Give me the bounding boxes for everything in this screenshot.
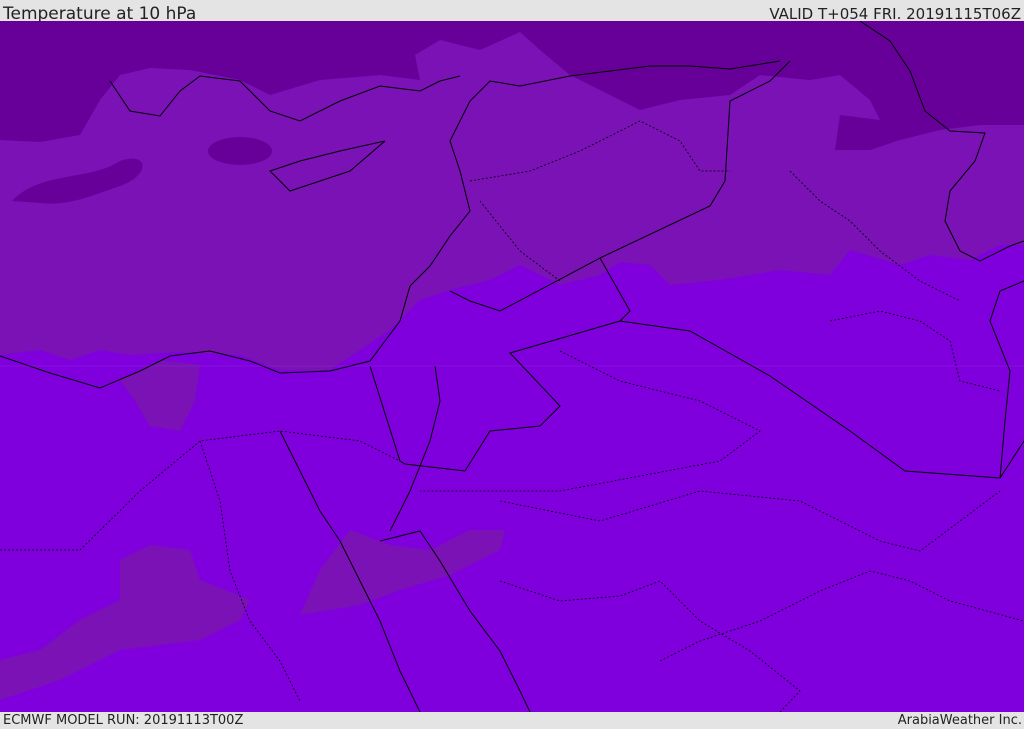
cold-patch <box>208 137 272 165</box>
header-bar: Temperature at 10 hPa VALID T+054 FRI. 2… <box>0 0 1024 24</box>
temperature-map <box>0 21 1024 712</box>
brand-label: ArabiaWeather Inc. <box>897 713 1022 728</box>
footer-bar: ECMWF MODEL RUN: 20191113T00Z ArabiaWeat… <box>0 712 1024 729</box>
model-run: ECMWF MODEL RUN: 20191113T00Z <box>3 713 244 728</box>
